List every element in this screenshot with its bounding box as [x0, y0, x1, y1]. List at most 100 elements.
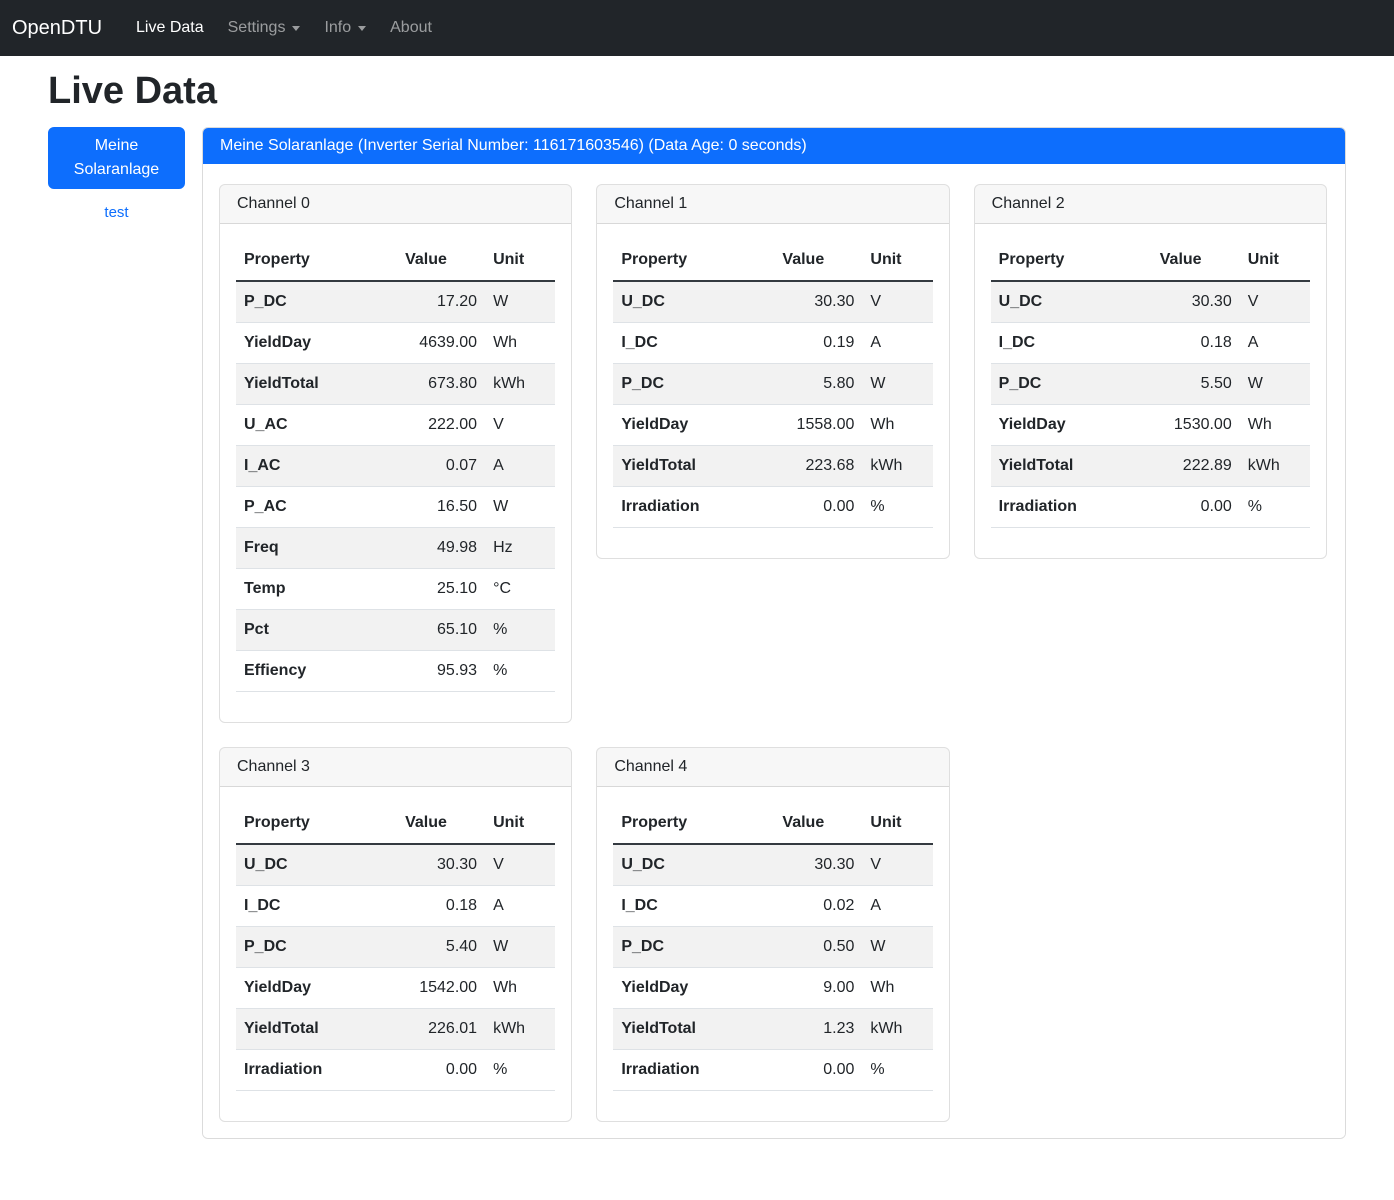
channel-body: Property Value Unit U_DC30.30VI_DC0.18AP…	[975, 224, 1326, 558]
unit-cell: V	[862, 281, 932, 323]
channel-title: Channel 0	[220, 185, 571, 224]
unit-cell: kWh	[485, 364, 555, 405]
column-header-property: Property	[236, 803, 367, 844]
value-cell: 17.20	[367, 281, 485, 323]
column-header-property: Property	[236, 240, 367, 281]
column-header-unit: Unit	[862, 240, 932, 281]
table-row: P_AC16.50W	[236, 487, 555, 528]
value-cell: 222.00	[367, 405, 485, 446]
property-cell: I_DC	[991, 323, 1122, 364]
property-cell: P_DC	[236, 927, 367, 968]
channel-body: Property Value Unit U_DC30.30VI_DC0.18AP…	[220, 787, 571, 1121]
table-row: U_AC222.00V	[236, 405, 555, 446]
property-cell: Pct	[236, 610, 367, 651]
inverter-select-button[interactable]: Meine Solaranlage	[48, 127, 185, 189]
value-cell: 0.07	[367, 446, 485, 487]
property-cell: YieldTotal	[236, 364, 367, 405]
table-row: U_DC30.30V	[613, 281, 932, 323]
unit-cell: W	[862, 364, 932, 405]
value-cell: 30.30	[1122, 281, 1240, 323]
nav-item-info[interactable]: Info	[316, 11, 374, 45]
value-cell: 25.10	[367, 569, 485, 610]
unit-cell: V	[1240, 281, 1310, 323]
value-cell: 1.23	[744, 1009, 862, 1050]
inverter-sidebar: Meine Solaranlage test	[48, 127, 185, 221]
test-inverter-link[interactable]: test	[48, 204, 185, 221]
table-row: YieldDay9.00Wh	[613, 968, 932, 1009]
table-row: P_DC5.50W	[991, 364, 1310, 405]
channel-card: Channel 2 Property Value Unit U_DC30.30V…	[974, 184, 1327, 559]
table-row: I_DC0.02A	[613, 886, 932, 927]
chevron-down-icon	[358, 26, 366, 31]
unit-cell: Wh	[1240, 405, 1310, 446]
unit-cell: V	[862, 844, 932, 886]
property-cell: YieldTotal	[991, 446, 1122, 487]
top-navbar: OpenDTU Live Data Settings Info About	[0, 0, 1394, 56]
table-header-row: Property Value Unit	[236, 240, 555, 281]
channel-card: Channel 0 Property Value Unit P_DC17.20W…	[219, 184, 572, 723]
unit-cell: %	[862, 1050, 932, 1091]
unit-cell: kWh	[862, 1009, 932, 1050]
value-cell: 1542.00	[367, 968, 485, 1009]
table-row: P_DC5.40W	[236, 927, 555, 968]
property-cell: YieldDay	[613, 968, 744, 1009]
table-row: I_DC0.18A	[236, 886, 555, 927]
column-header-unit: Unit	[1240, 240, 1310, 281]
value-cell: 226.01	[367, 1009, 485, 1050]
column-header-property: Property	[613, 803, 744, 844]
nav-item-label: About	[390, 19, 432, 37]
unit-cell: W	[862, 927, 932, 968]
column-header-unit: Unit	[485, 240, 555, 281]
inverter-panel: Meine Solaranlage (Inverter Serial Numbe…	[202, 127, 1346, 1139]
property-cell: Effiency	[236, 651, 367, 692]
property-cell: U_DC	[236, 844, 367, 886]
property-cell: Irradiation	[613, 487, 744, 528]
channel-table-body: U_DC30.30VI_DC0.18AP_DC5.50WYieldDay1530…	[991, 281, 1310, 528]
unit-cell: W	[485, 487, 555, 528]
nav-item-about[interactable]: About	[382, 11, 440, 45]
brand-link[interactable]: OpenDTU	[12, 17, 102, 40]
chevron-down-icon	[292, 26, 300, 31]
nav-item-live-data[interactable]: Live Data	[128, 11, 212, 45]
property-cell: YieldTotal	[613, 446, 744, 487]
unit-cell: A	[862, 323, 932, 364]
value-cell: 16.50	[367, 487, 485, 528]
table-row: Temp25.10°C	[236, 569, 555, 610]
table-row: Irradiation0.00%	[613, 1050, 932, 1091]
channel-card: Channel 1 Property Value Unit U_DC30.30V…	[596, 184, 949, 559]
property-cell: YieldDay	[236, 323, 367, 364]
column-header-property: Property	[613, 240, 744, 281]
channel-table-body: U_DC30.30VI_DC0.02AP_DC0.50WYieldDay9.00…	[613, 844, 932, 1091]
value-cell: 222.89	[1122, 446, 1240, 487]
property-cell: Temp	[236, 569, 367, 610]
table-row: Pct65.10%	[236, 610, 555, 651]
table-row: P_DC0.50W	[613, 927, 932, 968]
page-content: Live Data Meine Solaranlage test Meine S…	[0, 56, 1394, 1189]
channel-table: Property Value Unit U_DC30.30VI_DC0.18AP…	[236, 803, 555, 1091]
unit-cell: %	[862, 487, 932, 528]
inverter-panel-body: Channel 0 Property Value Unit P_DC17.20W…	[203, 164, 1345, 1138]
unit-cell: A	[862, 886, 932, 927]
unit-cell: kWh	[862, 446, 932, 487]
value-cell: 30.30	[744, 844, 862, 886]
unit-cell: W	[1240, 364, 1310, 405]
table-header-row: Property Value Unit	[236, 803, 555, 844]
unit-cell: Hz	[485, 528, 555, 569]
property-cell: I_DC	[613, 323, 744, 364]
column-header-unit: Unit	[862, 803, 932, 844]
channel-table: Property Value Unit P_DC17.20WYieldDay46…	[236, 240, 555, 692]
value-cell: 5.50	[1122, 364, 1240, 405]
unit-cell: %	[1240, 487, 1310, 528]
property-cell: P_DC	[613, 364, 744, 405]
value-cell: 0.02	[744, 886, 862, 927]
table-row: YieldDay1558.00Wh	[613, 405, 932, 446]
nav-item-settings[interactable]: Settings	[220, 11, 309, 45]
unit-cell: A	[485, 446, 555, 487]
unit-cell: W	[485, 281, 555, 323]
nav-item-label: Live Data	[136, 19, 204, 37]
column-header-unit: Unit	[485, 803, 555, 844]
channels-grid: Channel 0 Property Value Unit P_DC17.20W…	[219, 184, 1327, 1122]
unit-cell: %	[485, 651, 555, 692]
table-row: YieldTotal226.01kWh	[236, 1009, 555, 1050]
property-cell: YieldTotal	[236, 1009, 367, 1050]
